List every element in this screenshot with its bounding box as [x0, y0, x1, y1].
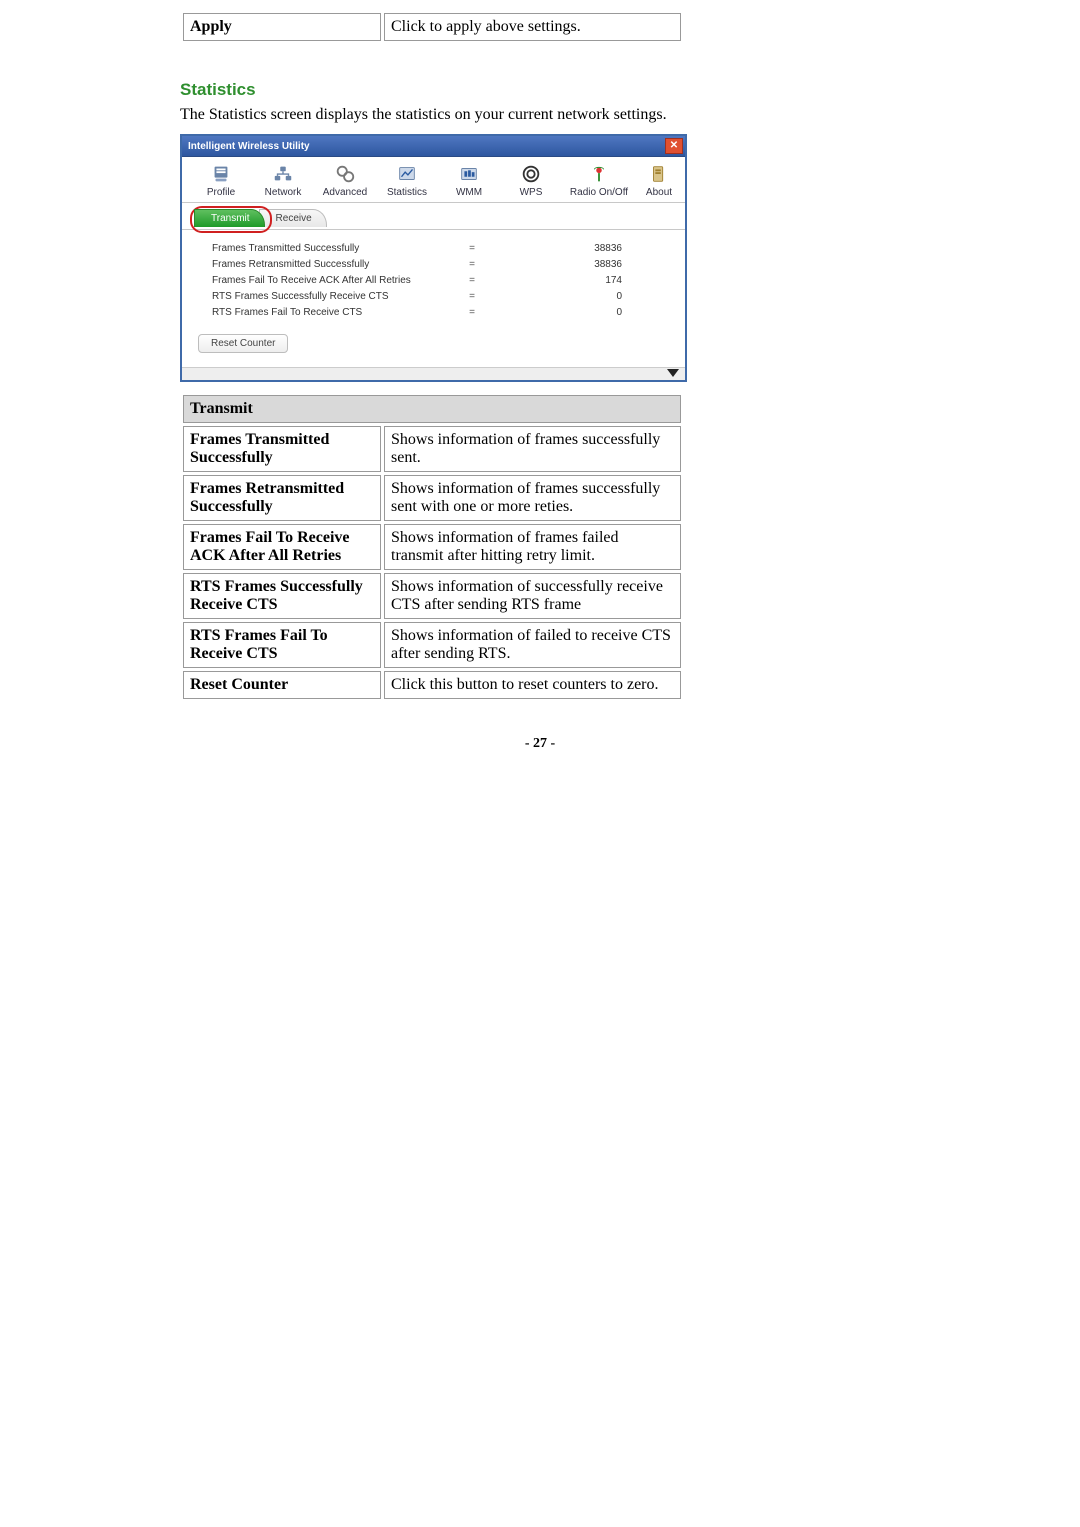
apply-desc: Click to apply above settings.: [384, 13, 681, 41]
stats-area: Frames Transmitted Successfully = 38836 …: [182, 236, 685, 367]
stat-value: 174: [502, 275, 622, 286]
row-label: RTS Frames Fail To Receive CTS: [183, 622, 381, 668]
app-window: Intelligent Wireless Utility ✕ Profile N…: [180, 134, 687, 382]
stat-label: Frames Retransmitted Successfully: [212, 259, 442, 270]
chevron-down-icon[interactable]: [667, 369, 679, 377]
reset-counter-button[interactable]: Reset Counter: [198, 334, 288, 353]
toolbar-item-radio[interactable]: Radio On/Off: [562, 161, 636, 198]
apply-label: Apply: [183, 13, 381, 41]
equals-sign: =: [442, 275, 502, 286]
transmit-table: Transmit Frames Transmitted Successfully…: [180, 392, 684, 702]
row-label: Frames Transmitted Successfully: [183, 426, 381, 472]
toolbar-item-profile[interactable]: Profile: [190, 161, 252, 198]
window-title: Intelligent Wireless Utility: [188, 141, 310, 152]
toolbar-item-wmm[interactable]: WMM: [438, 161, 500, 198]
close-icon[interactable]: ✕: [665, 138, 683, 154]
table-header: Transmit: [183, 395, 681, 423]
toolbar-label: Profile: [190, 187, 252, 198]
network-icon: [271, 163, 295, 185]
toolbar-item-statistics[interactable]: Statistics: [376, 161, 438, 198]
toolbar-item-network[interactable]: Network: [252, 161, 314, 198]
tab-receive[interactable]: Receive: [259, 209, 327, 227]
row-label: Reset Counter: [183, 671, 381, 699]
toolbar-label: Statistics: [376, 187, 438, 198]
titlebar: Intelligent Wireless Utility ✕: [182, 136, 685, 157]
bottom-bar: [182, 367, 685, 380]
row-desc: Shows information of successfully receiv…: [384, 573, 681, 619]
toolbar-label: WPS: [500, 187, 562, 198]
wmm-icon: [457, 163, 481, 185]
stat-label: RTS Frames Fail To Receive CTS: [212, 307, 442, 318]
equals-sign: =: [442, 307, 502, 318]
toolbar-label: Network: [252, 187, 314, 198]
profile-icon: [209, 163, 233, 185]
page-number: - 27 -: [180, 736, 900, 752]
stat-label: Frames Fail To Receive ACK After All Ret…: [212, 275, 442, 286]
stat-value: 0: [502, 291, 622, 302]
toolbar-item-about[interactable]: About: [636, 161, 682, 198]
toolbar-item-advanced[interactable]: Advanced: [314, 161, 376, 198]
row-desc: Shows information of frames failed trans…: [384, 524, 681, 570]
radio-icon: [587, 163, 611, 185]
stat-row: Frames Retransmitted Successfully = 3883…: [212, 256, 671, 272]
stat-label: Frames Transmitted Successfully: [212, 243, 442, 254]
stat-row: Frames Transmitted Successfully = 38836: [212, 240, 671, 256]
toolbar-item-wps[interactable]: WPS: [500, 161, 562, 198]
toolbar: Profile Network Advanced Statistics WMM …: [182, 157, 685, 200]
row-desc: Shows information of failed to receive C…: [384, 622, 681, 668]
stat-row: RTS Frames Fail To Receive CTS = 0: [212, 304, 671, 320]
toolbar-label: Advanced: [314, 187, 376, 198]
equals-sign: =: [442, 243, 502, 254]
advanced-icon: [333, 163, 357, 185]
stat-value: 0: [502, 307, 622, 318]
toolbar-label: About: [636, 187, 682, 198]
tabstrip: Transmit Receive: [182, 209, 685, 227]
stat-value: 38836: [502, 259, 622, 270]
row-desc: Click this button to reset counters to z…: [384, 671, 681, 699]
row-label: Frames Retransmitted Successfully: [183, 475, 381, 521]
row-desc: Shows information of frames successfully…: [384, 475, 681, 521]
about-icon: [647, 163, 671, 185]
section-heading: Statistics: [180, 80, 900, 100]
toolbar-label: Radio On/Off: [562, 187, 636, 198]
wps-icon: [519, 163, 543, 185]
statistics-icon: [395, 163, 419, 185]
divider: [182, 202, 685, 203]
section-blurb: The Statistics screen displays the stati…: [180, 106, 900, 124]
tab-transmit[interactable]: Transmit: [194, 209, 265, 227]
divider: [182, 229, 685, 230]
stat-label: RTS Frames Successfully Receive CTS: [212, 291, 442, 302]
row-label: RTS Frames Successfully Receive CTS: [183, 573, 381, 619]
toolbar-label: WMM: [438, 187, 500, 198]
row-desc: Shows information of frames successfully…: [384, 426, 681, 472]
stat-row: Frames Fail To Receive ACK After All Ret…: [212, 272, 671, 288]
stat-value: 38836: [502, 243, 622, 254]
apply-table: Apply Click to apply above settings.: [180, 10, 684, 44]
stat-row: RTS Frames Successfully Receive CTS = 0: [212, 288, 671, 304]
row-label: Frames Fail To Receive ACK After All Ret…: [183, 524, 381, 570]
equals-sign: =: [442, 291, 502, 302]
equals-sign: =: [442, 259, 502, 270]
